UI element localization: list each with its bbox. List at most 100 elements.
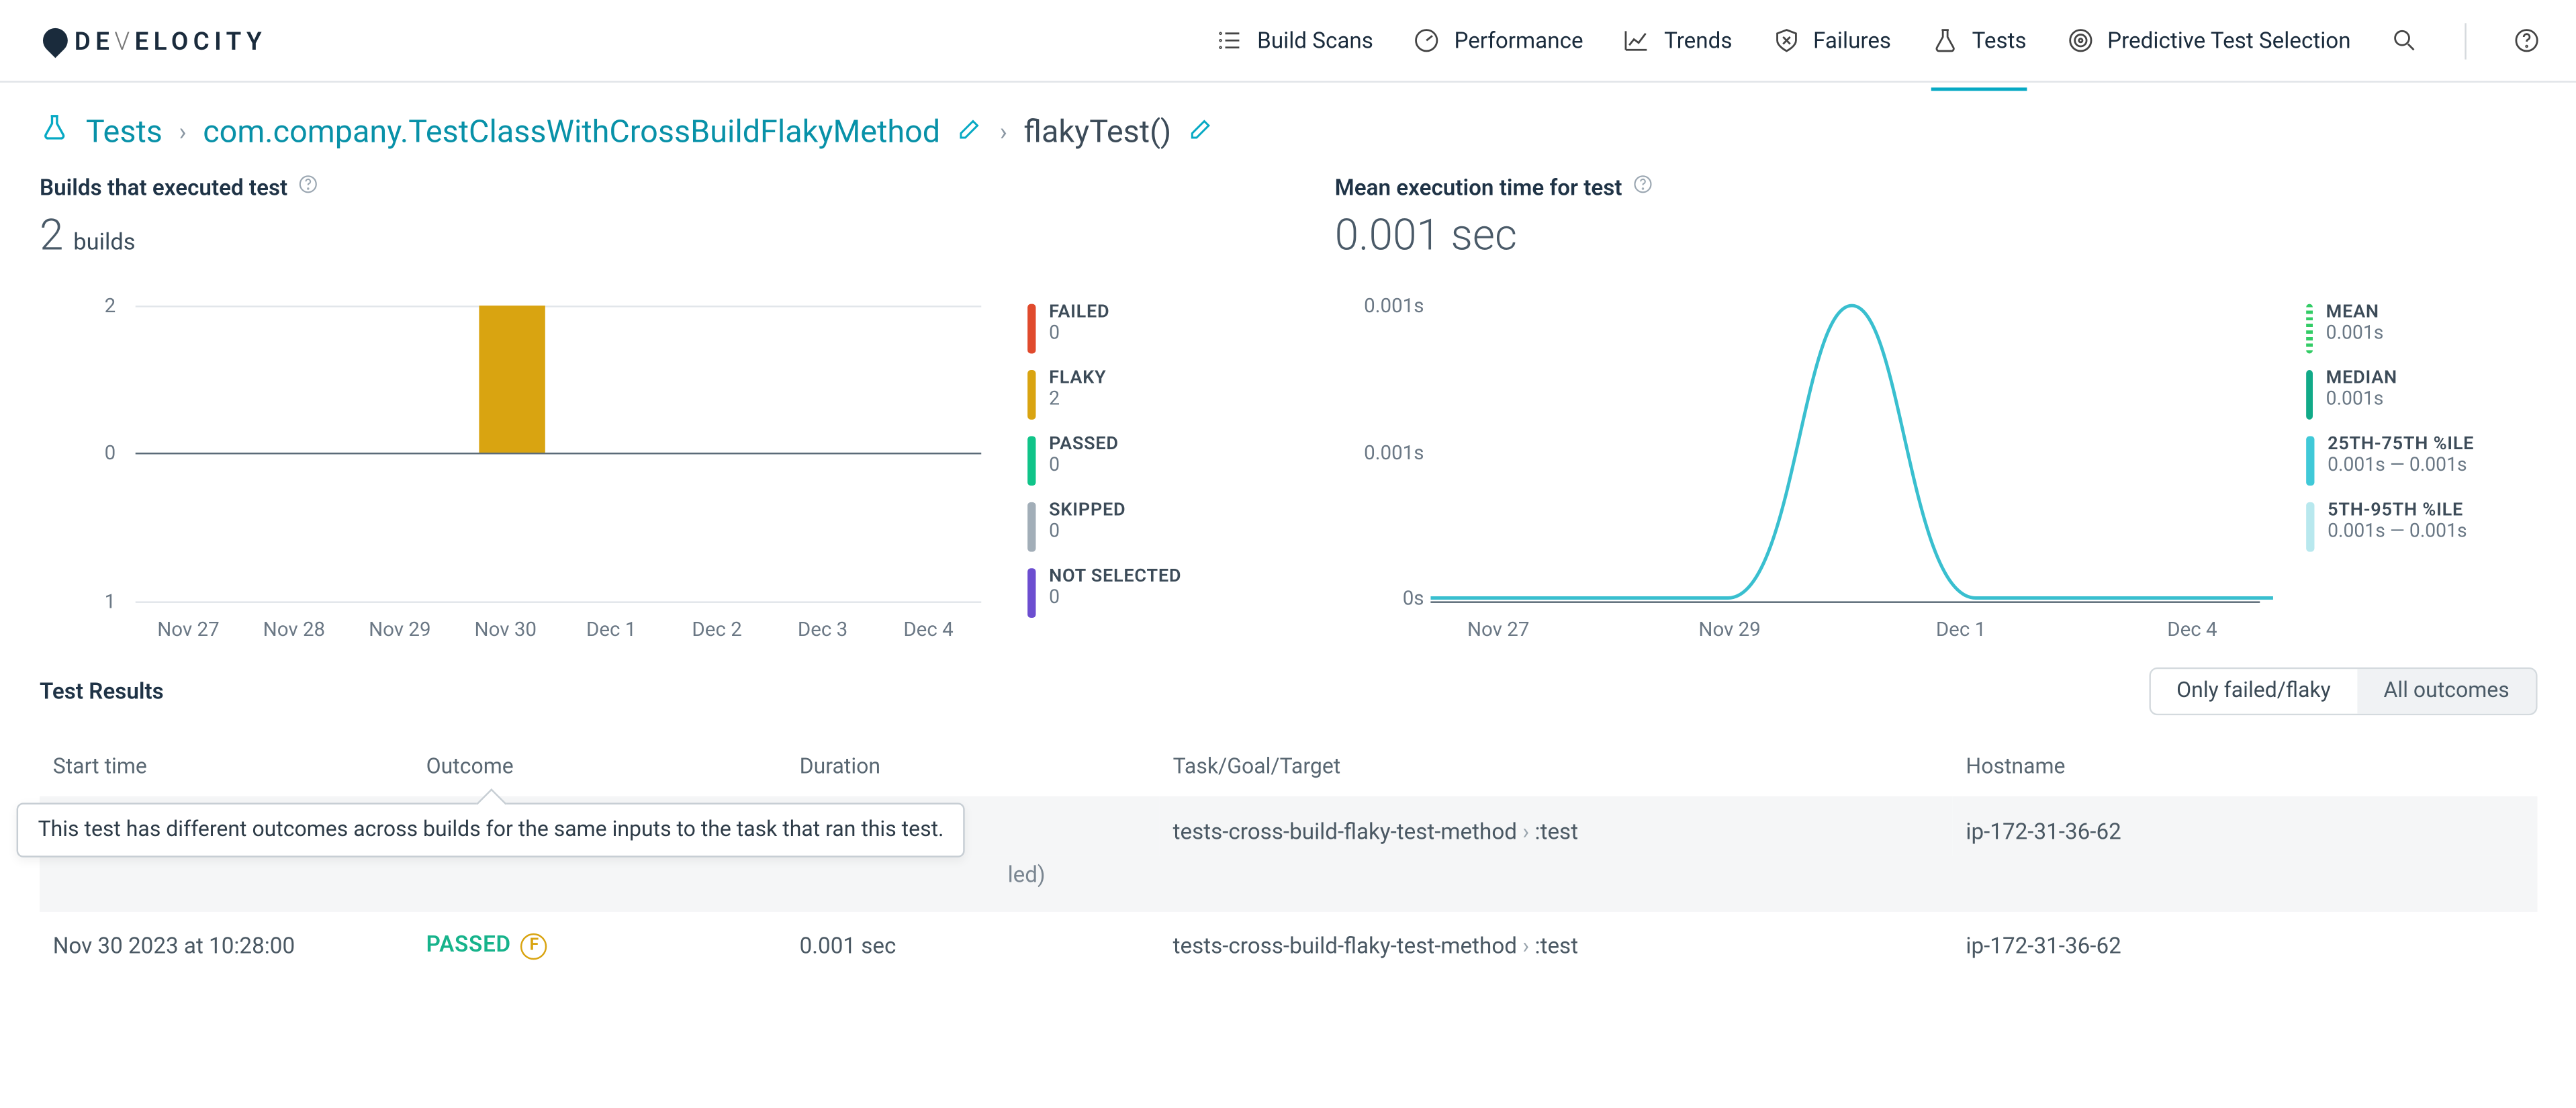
gridline [136, 601, 982, 602]
flask-icon [1931, 26, 1959, 54]
brand-logo[interactable]: DEVELOCITY [43, 26, 267, 55]
nav-label: Performance [1454, 28, 1583, 54]
legend-failed: FAILED0 [1027, 301, 1181, 354]
legend-flaky: FLAKY2 [1027, 367, 1181, 420]
shield-x-icon [1772, 26, 1800, 54]
legend-value: 2 [1049, 389, 1106, 412]
nav-build-scans[interactable]: Build Scans [1216, 17, 1373, 64]
breadcrumb: Tests › com.company.TestClassWithCrossBu… [0, 83, 2576, 173]
y-tick: 1 [83, 590, 116, 612]
target-icon [2066, 26, 2095, 54]
help-icon[interactable] [297, 173, 319, 201]
legend-value: 0.001s [2326, 322, 2384, 345]
legend-value: 0 [1049, 322, 1109, 345]
brand-text-right: ELOCITY [134, 26, 267, 55]
panel-summary: 0.001 sec [1335, 212, 2538, 261]
panel-title-text: Mean execution time for test [1335, 175, 1622, 201]
mean-value: 0.001 sec [1335, 212, 1517, 261]
builds-panel: Builds that executed test 2 builds 2 0 1… [40, 173, 1242, 631]
legend-p90: 5TH-95TH %ILE0.001s — 0.001s [2306, 499, 2474, 552]
breadcrumb-root[interactable]: Tests [86, 112, 163, 150]
col-target[interactable]: Task/Goal/Target [1160, 735, 1953, 796]
table-subrow[interactable]: led) [40, 856, 2538, 913]
filter-all-outcomes[interactable]: All outcomes [2357, 669, 2536, 713]
bar-legend: FAILED0 FLAKY2 PASSED0 SKIPPED0 NOT SELE… [1027, 284, 1181, 631]
nav-search[interactable] [2391, 17, 2419, 64]
outcome-filter: Only failed/flaky All outcomes [2148, 667, 2537, 715]
panel-title-text: Builds that executed test [40, 175, 287, 201]
legend-value: 0 [1049, 587, 1181, 610]
test-results: Test Results Only failed/flaky All outco… [0, 631, 2576, 980]
panel-summary: 2 builds [40, 212, 1242, 261]
swatch-mean [2306, 304, 2313, 354]
cell-target: tests-cross-build-flaky-test-method › :t… [1160, 796, 1953, 857]
y-tick: 0s [1348, 586, 1424, 609]
tooltip-text: This test has different outcomes across … [38, 818, 944, 843]
legend-value: 0.001s — 0.001s [2328, 455, 2474, 477]
mean-line-chart[interactable]: 0.001s 0.001s 0s Nov 27 Nov 29 Dec 1 Dec… [1335, 284, 2276, 631]
table-row[interactable]: Nov 30 2023 at 10:28:00 PASSED F 0.001 se… [40, 913, 2538, 979]
legend-name: NOT SELECTED [1049, 565, 1181, 586]
swatch-purple [1027, 568, 1036, 618]
flaky-badge-icon[interactable]: F [521, 933, 547, 960]
filter-only-failed[interactable]: Only failed/flaky [2150, 669, 2357, 713]
logo-icon [38, 23, 73, 58]
top-bar: DEVELOCITY Build Scans Performance Trend… [0, 0, 2576, 83]
cell-duration: 0.001 sec [786, 913, 1160, 979]
panel-title: Builds that executed test [40, 173, 1242, 201]
brand-text-mid: V [114, 26, 134, 55]
baseline [136, 453, 982, 454]
help-icon[interactable] [1632, 173, 1653, 201]
main-nav: Build Scans Performance Trends Failures … [1216, 17, 2541, 64]
nav-help[interactable] [2513, 17, 2541, 64]
breadcrumb-class[interactable]: com.company.TestClassWithCrossBuildFlaky… [203, 112, 940, 150]
gauge-icon [1413, 26, 1441, 54]
nav-predictive[interactable]: Predictive Test Selection [2066, 17, 2351, 64]
swatch-orange [1027, 370, 1036, 420]
cell-host: ip-172-31-36-62 [1953, 913, 2538, 979]
nav-label: Trends [1664, 28, 1732, 54]
legend-name: MEAN [2326, 301, 2384, 322]
target-project: tests-cross-build-flaky-test-method [1173, 820, 1517, 846]
legend-passed: PASSED0 [1027, 433, 1181, 486]
panel-title: Mean execution time for test [1335, 173, 2538, 201]
results-title: Test Results [40, 678, 164, 704]
swatch-green [1027, 436, 1036, 486]
table-header-row: Start time Outcome Duration Task/Goal/Ta… [40, 735, 2538, 796]
chevron-right-icon: › [1522, 933, 1529, 959]
list-icon [1216, 26, 1244, 54]
gridline [136, 306, 982, 307]
panels: Builds that executed test 2 builds 2 0 1… [0, 173, 2576, 631]
legend-name: SKIPPED [1049, 499, 1125, 520]
legend-name: MEDIAN [2326, 367, 2397, 388]
search-icon [2391, 26, 2419, 54]
cell-start: Nov 30 2023 at 10:28:00 [40, 913, 413, 979]
cell-host: ip-172-31-36-62 [1953, 796, 2538, 857]
trend-icon [1623, 26, 1651, 54]
nav-label: Failures [1813, 28, 1891, 54]
bar-flaky-nov30[interactable] [479, 306, 545, 453]
edit-icon[interactable] [957, 112, 983, 150]
flaky-tooltip: This test has different outcomes across … [17, 803, 966, 858]
y-tick: 0 [83, 441, 116, 464]
target-task: :test [1535, 820, 1579, 846]
y-tick: 0.001s [1348, 441, 1424, 464]
col-duration[interactable]: Duration [786, 735, 1160, 796]
outcome-passed: PASSED [426, 933, 511, 959]
builds-count: 2 [40, 212, 63, 261]
chevron-right-icon: › [179, 116, 186, 146]
legend-median: MEDIAN0.001s [2306, 367, 2474, 420]
edit-icon[interactable] [1188, 112, 1214, 150]
col-outcome[interactable]: Outcome [413, 735, 786, 796]
swatch-p90 [2306, 502, 2314, 552]
nav-failures[interactable]: Failures [1772, 17, 1892, 64]
nav-performance[interactable]: Performance [1413, 17, 1583, 64]
builds-bar-chart[interactable]: 2 0 1 Nov 27 Nov 28 Nov 29 Nov 30 Dec 1 … [40, 284, 998, 631]
nav-tests[interactable]: Tests [1931, 17, 2026, 64]
legend-name: PASSED [1049, 433, 1119, 455]
col-start[interactable]: Start time [40, 735, 413, 796]
y-tick: 2 [83, 294, 116, 317]
col-host[interactable]: Hostname [1953, 735, 2538, 796]
nav-trends[interactable]: Trends [1623, 17, 1733, 64]
legend-skipped: SKIPPED0 [1027, 499, 1181, 552]
